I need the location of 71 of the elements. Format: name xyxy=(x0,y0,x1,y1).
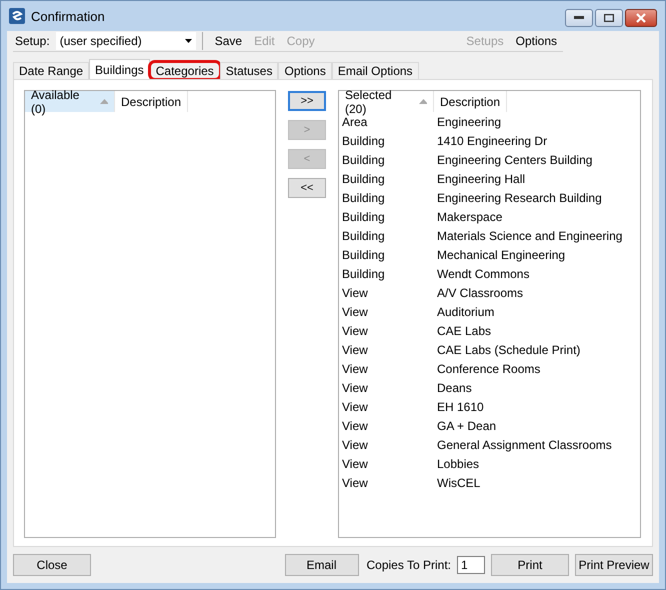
table-cell-text: View xyxy=(341,400,369,414)
table-cell-text: Building xyxy=(341,228,386,242)
table-cell-text: 1410 Engineering Dr xyxy=(436,134,548,148)
toolbar-button[interactable]: Options xyxy=(510,34,563,48)
table-cell-text: View xyxy=(341,476,369,490)
table-cell-text: View xyxy=(341,456,369,470)
table-cell-text: View xyxy=(341,324,369,338)
window-title: Confirmation xyxy=(31,8,105,24)
close-dialog-button[interactable]: Close xyxy=(13,554,91,576)
table-cell-text: Building xyxy=(341,172,386,186)
tab[interactable]: Date Range xyxy=(13,62,90,79)
table-cell-text: Mechanical Engineering xyxy=(436,248,566,262)
table-cell-text: General Assignment Classrooms xyxy=(436,438,612,452)
column-header[interactable]: Description xyxy=(115,91,188,112)
tab[interactable]: Statuses xyxy=(220,62,278,79)
table-cell-text: View xyxy=(341,418,369,432)
table-cell-text: Building xyxy=(341,248,386,262)
table-cell-text: EH 1610 xyxy=(436,400,484,414)
table-cell-text: A/V Classrooms xyxy=(436,286,524,300)
table-cell-text: View xyxy=(341,286,369,300)
app-logo-icon xyxy=(9,8,25,24)
tab[interactable]: Buildings xyxy=(89,59,150,79)
table-cell-text: Engineering xyxy=(436,114,502,128)
print-button[interactable]: Print xyxy=(491,554,569,576)
table-cell-text: Lobbies xyxy=(436,456,480,470)
minimize-button[interactable] xyxy=(565,9,593,27)
table-cell-text: Auditorium xyxy=(436,304,494,318)
minimize-icon xyxy=(574,16,584,20)
table-cell-text: Engineering Research Building xyxy=(436,190,602,204)
tab[interactable]: Email Options xyxy=(332,62,419,79)
sort-arrow-icon xyxy=(419,99,427,104)
table-cell-text: View xyxy=(341,362,369,376)
table-cell-text: Area xyxy=(341,114,368,128)
move-button[interactable]: << xyxy=(288,178,326,198)
table-cell-text: CAE Labs xyxy=(436,324,492,338)
maximize-button[interactable] xyxy=(595,9,623,27)
setup-dropdown[interactable]: (user specified) xyxy=(56,32,196,50)
table-cell-text: View xyxy=(341,342,369,356)
table-cell-text: Makerspace xyxy=(436,210,502,224)
table-cell-text: Building xyxy=(341,190,386,204)
copies-input[interactable]: 1 xyxy=(457,556,485,574)
table-cell-text: GA + Dean xyxy=(436,418,496,432)
setup-label: Setup: xyxy=(15,34,50,48)
email-button[interactable]: Email xyxy=(284,554,358,576)
table-cell-text: WisCEL xyxy=(436,476,480,490)
table-cell-text: Deans xyxy=(436,380,472,394)
table-cell-text: Building xyxy=(341,210,386,224)
table-cell-text: View xyxy=(341,380,369,394)
column-header[interactable]: Description xyxy=(434,91,508,112)
table-cell-text: Engineering Hall xyxy=(436,172,526,186)
print-preview-button[interactable]: Print Preview xyxy=(575,554,653,576)
table-cell-text: Materials Science and Engineering xyxy=(436,228,622,242)
table-cell-text: Building xyxy=(341,266,386,280)
table-cell-text: View xyxy=(341,304,369,318)
dropdown-caret-icon xyxy=(184,39,192,43)
tab[interactable]: Categories xyxy=(150,62,220,79)
tab[interactable]: Options xyxy=(278,62,332,79)
table-cell-text: Engineering Centers Building xyxy=(436,152,592,166)
table-cell-text: Building xyxy=(341,152,386,166)
toolbar-button[interactable]: Save xyxy=(208,34,248,48)
copies-label: Copies To Print: xyxy=(366,558,451,572)
close-icon xyxy=(636,13,646,23)
table-cell-text: CAE Labs (Schedule Print) xyxy=(436,342,580,356)
sort-arrow-icon xyxy=(100,99,108,104)
close-button[interactable] xyxy=(625,9,657,27)
move-button[interactable]: >> xyxy=(288,91,326,111)
table-cell-text: Building xyxy=(341,134,386,148)
table-cell-text: Wendt Commons xyxy=(436,266,530,280)
table-cell-text: Conference Rooms xyxy=(436,362,540,376)
maximize-icon xyxy=(604,14,614,22)
table-cell-text: View xyxy=(341,438,369,452)
